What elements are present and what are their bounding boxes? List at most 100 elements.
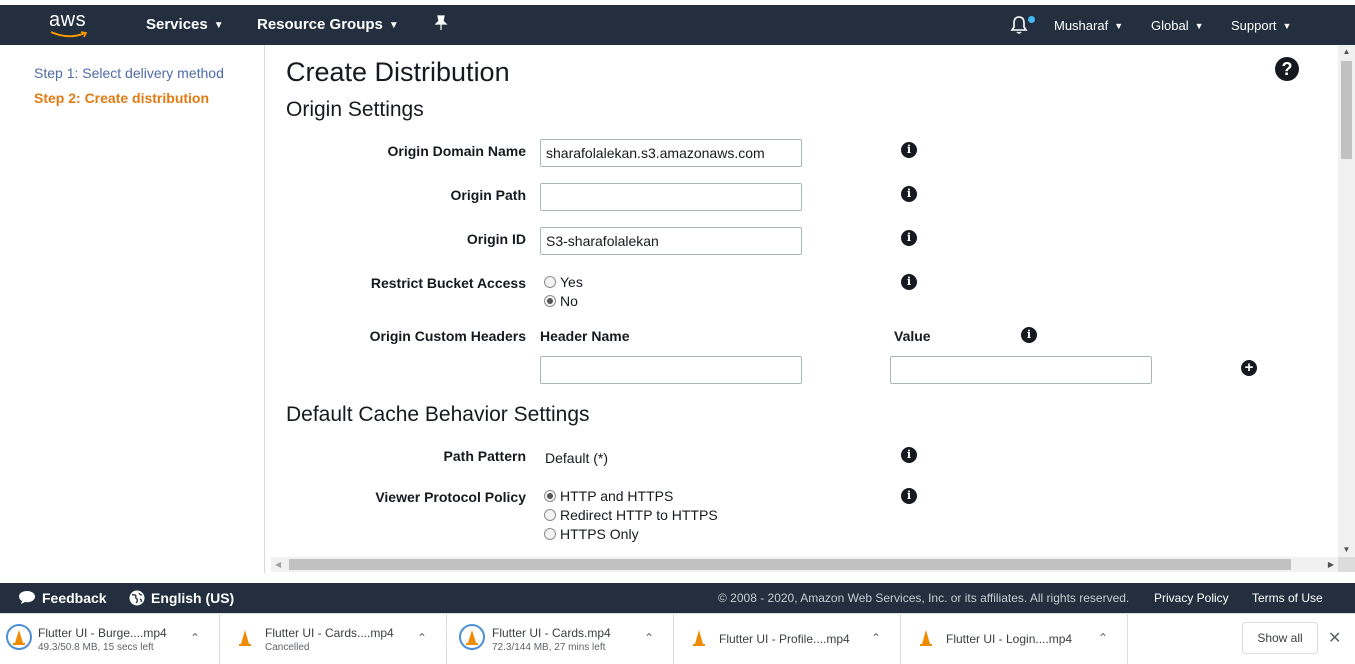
- header-name-input[interactable]: [540, 356, 802, 384]
- account-name: Musharaf: [1054, 18, 1109, 33]
- info-icon[interactable]: i: [901, 186, 917, 202]
- radio-label: No: [560, 293, 578, 309]
- download-item[interactable]: Flutter UI - Profile....mp4 ⌃: [674, 614, 901, 664]
- origin-domain-name-label: Origin Domain Name: [387, 143, 526, 159]
- help-icon[interactable]: ?: [1275, 57, 1299, 81]
- origin-id-label: Origin ID: [466, 231, 526, 247]
- region-label: Global: [1151, 18, 1189, 33]
- download-filename: Flutter UI - Profile....mp4: [719, 632, 850, 646]
- path-pattern-value: Default (*): [545, 450, 609, 466]
- close-icon[interactable]: ✕: [1328, 628, 1341, 648]
- radio-label: HTTP and HTTPS: [560, 488, 674, 504]
- wizard-steps-sidebar: Step 1: Select delivery method Step 2: C…: [0, 45, 265, 573]
- chevron-up-icon[interactable]: ⌃: [417, 631, 427, 645]
- scroll-left-icon[interactable]: ◀: [275, 557, 281, 572]
- download-filename: Flutter UI - Cards....mp4: [265, 626, 394, 640]
- aws-logo[interactable]: aws: [49, 10, 93, 40]
- download-filename: Flutter UI - Cards.mp4: [492, 626, 611, 640]
- viewer-protocol-policy-label: Viewer Protocol Policy: [375, 489, 526, 505]
- header-value-input[interactable]: [890, 356, 1152, 384]
- step-1-link[interactable]: Step 1: Select delivery method: [34, 64, 224, 82]
- copyright-text: © 2008 - 2020, Amazon Web Services, Inc.…: [718, 591, 1130, 605]
- chevron-up-icon[interactable]: ⌃: [190, 631, 200, 645]
- language-selector[interactable]: English (US): [129, 590, 234, 606]
- chevron-up-icon[interactable]: ⌃: [1098, 631, 1108, 645]
- download-item[interactable]: Flutter UI - Cards....mp4 Cancelled ⌃: [220, 614, 447, 664]
- support-menu[interactable]: Support ▼: [1231, 17, 1291, 35]
- footer-spacer: [0, 573, 1355, 583]
- services-label: Services: [146, 16, 208, 33]
- value-column: Value: [894, 328, 931, 344]
- restrict-bucket-no-radio[interactable]: No: [544, 292, 578, 310]
- vlc-cone-icon: [239, 630, 251, 646]
- scroll-down-icon[interactable]: ▼: [1338, 543, 1355, 557]
- https-only-radio[interactable]: HTTPS Only: [544, 525, 639, 543]
- download-item[interactable]: Flutter UI - Login....mp4 ⌃: [901, 614, 1128, 664]
- download-item[interactable]: Flutter UI - Burge....mp4 49.3/50.8 MB, …: [0, 614, 220, 664]
- horizontal-scroll-thumb[interactable]: [289, 559, 1291, 570]
- page-title: Create Distribution: [286, 57, 510, 87]
- radio-label: Redirect HTTP to HTTPS: [560, 507, 718, 523]
- redirect-http-to-https-radio[interactable]: Redirect HTTP to HTTPS: [544, 506, 718, 524]
- downloads-bar: Flutter UI - Burge....mp4 49.3/50.8 MB, …: [0, 613, 1355, 664]
- download-status: Cancelled: [265, 642, 310, 653]
- info-icon[interactable]: i: [901, 447, 917, 463]
- scroll-up-icon[interactable]: ▲: [1338, 45, 1355, 59]
- chevron-down-icon: ▼: [1282, 21, 1292, 31]
- region-menu[interactable]: Global ▼: [1151, 17, 1204, 35]
- language-label: English (US): [151, 590, 235, 606]
- http-and-https-radio[interactable]: HTTP and HTTPS: [544, 487, 673, 505]
- add-header-icon[interactable]: +: [1241, 360, 1257, 376]
- origin-path-label: Origin Path: [450, 187, 526, 203]
- services-menu[interactable]: Services ▼: [146, 15, 224, 36]
- chevron-up-icon[interactable]: ⌃: [644, 631, 654, 645]
- aws-logo-text: aws: [49, 9, 87, 31]
- resource-groups-label: Resource Groups: [257, 16, 383, 33]
- info-icon[interactable]: i: [901, 274, 917, 290]
- chevron-up-icon[interactable]: ⌃: [871, 631, 881, 645]
- account-menu[interactable]: Musharaf ▼: [1054, 17, 1123, 35]
- radio-circle: [544, 509, 556, 521]
- console-footer: Feedback English (US) © 2008 - 2020, Ama…: [0, 583, 1355, 613]
- origin-custom-headers-label: Origin Custom Headers: [369, 328, 526, 344]
- resource-groups-menu[interactable]: Resource Groups ▼: [257, 15, 399, 36]
- radio-circle-checked: [544, 295, 556, 307]
- pin-icon[interactable]: [434, 15, 448, 37]
- restrict-bucket-yes-radio[interactable]: Yes: [544, 273, 583, 291]
- download-status: 49.3/50.8 MB, 15 secs left: [38, 642, 154, 653]
- aws-smile-icon: [50, 31, 88, 38]
- vertical-scrollbar[interactable]: ▲ ▼: [1338, 45, 1355, 557]
- browser-viewport: aws Services ▼ Resource Groups ▼ Musharaf ▼…: [0, 0, 1355, 664]
- origin-settings-heading: Origin Settings: [286, 98, 424, 121]
- radio-circle: [544, 528, 556, 540]
- step-2-current: Step 2: Create distribution: [34, 90, 210, 106]
- feedback-button[interactable]: Feedback: [18, 590, 107, 606]
- vlc-cone-icon: [693, 630, 705, 646]
- header-name-column: Header Name: [540, 328, 630, 344]
- vertical-scroll-thumb[interactable]: [1341, 61, 1352, 159]
- horizontal-scrollbar[interactable]: ◀ ▶: [271, 557, 1338, 572]
- origin-domain-name-input[interactable]: [540, 139, 802, 167]
- privacy-policy-link[interactable]: Privacy Policy: [1154, 590, 1229, 606]
- info-icon[interactable]: i: [1021, 327, 1037, 343]
- notification-bell-icon[interactable]: [1010, 15, 1030, 35]
- info-icon[interactable]: i: [901, 488, 917, 504]
- radio-circle-checked: [544, 490, 556, 502]
- show-all-downloads-button[interactable]: Show all: [1242, 622, 1318, 654]
- info-icon[interactable]: i: [901, 142, 917, 158]
- download-item[interactable]: Flutter UI - Cards.mp4 72.3/144 MB, 27 m…: [447, 614, 674, 664]
- chevron-down-icon: ▼: [1194, 21, 1204, 31]
- origin-path-input[interactable]: [540, 183, 802, 211]
- info-icon[interactable]: i: [901, 230, 917, 246]
- origin-id-input[interactable]: [540, 227, 802, 255]
- feedback-label: Feedback: [42, 590, 107, 606]
- restrict-bucket-access-label: Restrict Bucket Access: [370, 275, 526, 291]
- vlc-cone-icon: [920, 630, 932, 646]
- chevron-down-icon: ▼: [1114, 21, 1124, 31]
- vlc-cone-icon: [6, 624, 32, 650]
- support-label: Support: [1231, 18, 1277, 33]
- notification-dot: [1028, 16, 1035, 23]
- radio-circle: [544, 276, 556, 288]
- terms-of-use-link[interactable]: Terms of Use: [1252, 590, 1323, 606]
- scroll-right-icon[interactable]: ▶: [1328, 557, 1334, 572]
